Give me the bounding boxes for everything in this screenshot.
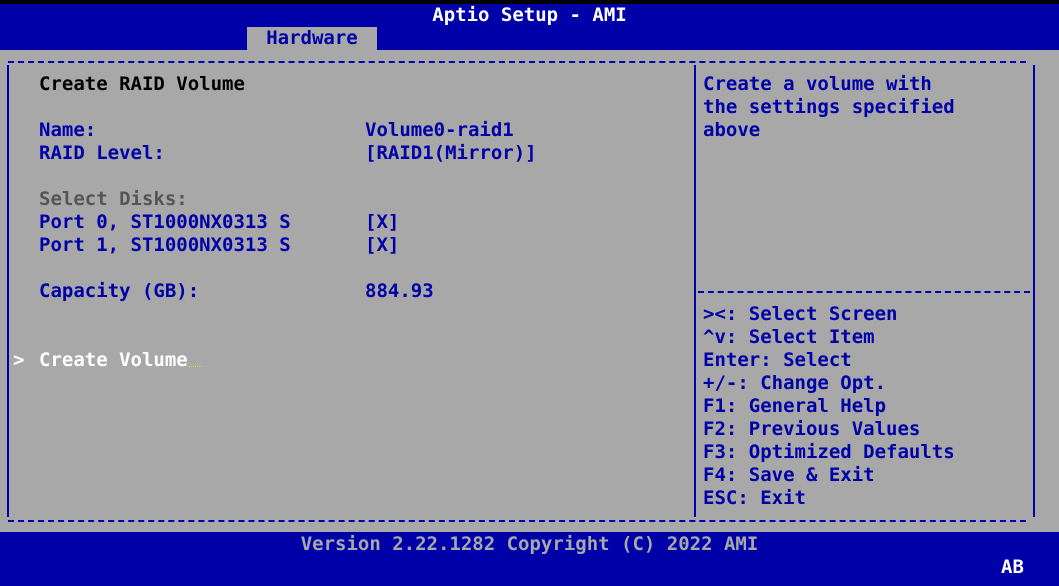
help-line: the settings specified xyxy=(703,96,955,118)
help-line: Create a volume with xyxy=(703,73,932,95)
key-help-select-screen: ><: Select Screen xyxy=(703,303,898,325)
select-disks-label: Select Disks: xyxy=(39,188,188,210)
key-help-enter: Enter: Select xyxy=(703,349,852,371)
capacity-value: 884.93 xyxy=(365,280,434,302)
disk-port-0-checkbox[interactable]: [X] xyxy=(365,211,399,234)
create-volume-label: Create Volume xyxy=(39,349,188,371)
footer-version: Version 2.22.1282 Copyright (C) 2022 AMI xyxy=(300,533,759,555)
key-help-f1: F1: General Help xyxy=(703,395,887,417)
frame-left xyxy=(7,65,9,517)
help-line: above xyxy=(703,119,761,141)
tab-hardware[interactable]: Hardware xyxy=(247,27,377,50)
frame-top xyxy=(8,61,1026,63)
key-help-change-opt: +/-: Change Opt. xyxy=(703,372,887,394)
key-help-esc: ESC: Exit xyxy=(703,487,806,509)
badge-ab: AB xyxy=(1001,556,1024,578)
frame-right xyxy=(1033,65,1035,517)
form-heading: Create RAID Volume xyxy=(39,73,245,95)
raid-level-label: RAID Level: xyxy=(39,142,165,164)
create-volume-button[interactable]: Create Volume xyxy=(39,349,202,372)
disk-port-1-checkbox[interactable]: [X] xyxy=(365,234,399,257)
selection-marker: > xyxy=(13,349,25,371)
frame-divider xyxy=(694,65,696,517)
disk-port-1-label: Port 1, ST1000NX0313 S xyxy=(39,234,291,256)
disk-port-0-label: Port 0, ST1000NX0313 S xyxy=(39,211,291,233)
key-help-f3: F3: Optimized Defaults xyxy=(703,441,955,463)
text-cursor xyxy=(187,365,202,367)
frame-bottom xyxy=(8,520,1026,522)
name-value[interactable]: Volume0-raid1 xyxy=(365,119,514,142)
key-help-select-item: ^v: Select Item xyxy=(703,326,875,348)
help-separator xyxy=(698,291,1030,293)
key-help-f4: F4: Save & Exit xyxy=(703,464,875,486)
raid-level-value[interactable]: [RAID1(Mirror)] xyxy=(365,142,537,165)
capacity-label: Capacity (GB): xyxy=(39,280,200,302)
name-label: Name: xyxy=(39,119,97,141)
app-title: Aptio Setup - AMI xyxy=(432,4,627,26)
key-help-f2: F2: Previous Values xyxy=(703,418,921,440)
